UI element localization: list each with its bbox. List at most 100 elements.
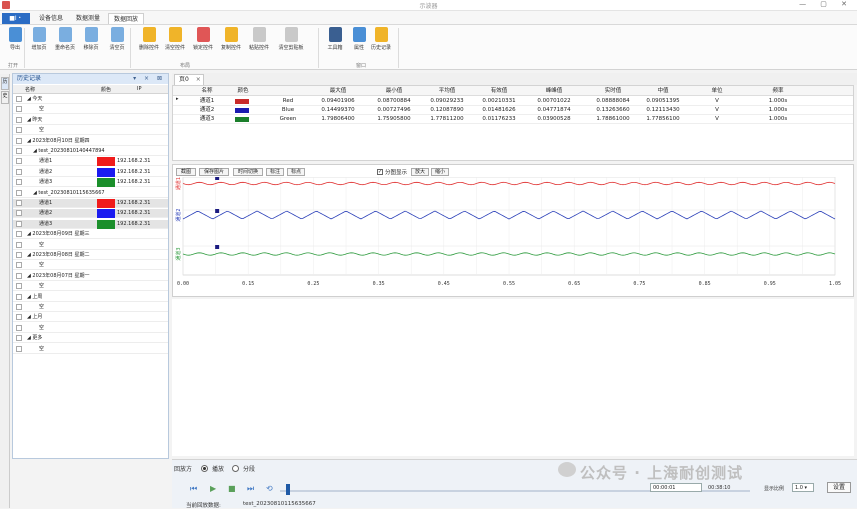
history-row[interactable]: ◢ test_20230810115635667 (13, 189, 168, 198)
history-row[interactable]: 空 (13, 105, 168, 115)
history-row[interactable]: ◢ 2023年08月09日 星期三 (13, 230, 168, 240)
chart-tool-button[interactable]: 截图 (176, 168, 196, 176)
row-checkbox[interactable] (16, 158, 22, 165)
history-row[interactable]: ◢ 更多 (13, 334, 168, 344)
row-checkbox[interactable] (16, 335, 22, 342)
stop-icon[interactable]: ■ (228, 484, 236, 493)
row-checkbox[interactable] (16, 127, 22, 134)
history-row[interactable]: 空 (13, 126, 168, 136)
ribbon-button-lock-control[interactable]: 锁定控件 (190, 27, 216, 51)
ribbon-button-paste-control[interactable]: 粘贴控件 (246, 27, 272, 51)
time-field[interactable]: 00:00:01 (650, 483, 702, 492)
ribbon-button-copy-control[interactable]: 复制控件 (218, 27, 244, 51)
history-row[interactable]: 空 (13, 345, 168, 354)
chart-tool-button[interactable]: 保存图片 (199, 168, 229, 176)
history-row[interactable]: 空 (13, 282, 168, 292)
history-panel-controls[interactable]: ▾ × ⊠ (133, 74, 165, 84)
row-checkbox[interactable] (16, 179, 22, 186)
row-checkbox[interactable] (16, 262, 22, 269)
row-checkbox[interactable] (16, 272, 22, 279)
radio-play[interactable] (201, 465, 208, 472)
history-row[interactable]: 空 (13, 303, 168, 312)
dock-tab-history[interactable]: 历 (1, 77, 9, 90)
chart-tool-button[interactable]: 标点 (287, 168, 305, 176)
history-row[interactable]: ◢ 今天 (13, 95, 168, 104)
history-row[interactable]: 空 (13, 241, 168, 250)
history-row[interactable]: 空 (13, 324, 168, 333)
loop-icon[interactable]: ⟲ (266, 484, 273, 493)
channel-color-swatch (97, 209, 115, 219)
skip-forward-icon[interactable]: ⏭ (247, 484, 254, 494)
ribbon-button-clear-clipboard[interactable]: 清空剪贴板 (278, 27, 304, 51)
row-checkbox[interactable] (16, 200, 22, 206)
chart-tool-button[interactable]: 标注 (266, 168, 284, 176)
row-checkbox[interactable] (16, 137, 22, 144)
close-icon[interactable]: × (196, 76, 201, 83)
row-checkbox[interactable] (16, 210, 22, 217)
row-checkbox[interactable] (16, 293, 22, 300)
ribbon-button-remove-page[interactable]: 移除页 (78, 27, 104, 51)
playback-slider-thumb[interactable] (286, 484, 290, 495)
tab-data-measure[interactable]: 数据测量 (70, 13, 106, 24)
row-checkbox[interactable] (16, 252, 22, 258)
play-icon[interactable]: ▶ (210, 484, 216, 493)
ribbon-button-rename-page[interactable]: 重命名页 (52, 27, 78, 51)
history-row[interactable]: 通道2 192.168.2.31 (13, 209, 168, 219)
paste-control-icon (252, 27, 266, 42)
row-checkbox[interactable] (16, 220, 22, 227)
history-row[interactable]: 通道3 192.168.2.31 (13, 178, 168, 188)
row-checkbox[interactable] (16, 283, 22, 290)
chart-tool-button[interactable]: 时间切换 (233, 168, 263, 176)
ribbon-button-toolbox[interactable]: 工具箱 (322, 27, 348, 51)
row-checkbox[interactable] (16, 148, 22, 154)
ribbon-button-history[interactable]: 历史记录 (368, 27, 394, 51)
row-checkbox[interactable] (16, 168, 22, 175)
history-row[interactable]: 通道1 192.168.2.31 (13, 157, 168, 167)
row-checkbox[interactable] (16, 241, 22, 248)
history-row[interactable]: ◢ 上月 (13, 313, 168, 323)
tab-page0[interactable]: 页0 × (174, 74, 204, 85)
row-checkbox[interactable] (16, 106, 22, 113)
dock-tab-history-2[interactable]: 史 (1, 91, 9, 104)
tab-data-playback[interactable]: 数据回放 (108, 13, 144, 24)
grid-row[interactable]: 通道3 Green 1.79806400 1.75905800 1.77811200 0.… (173, 115, 853, 124)
zoom-out-button[interactable]: 缩小 (431, 168, 449, 176)
history-row[interactable]: ◢ test_20230810140447894 (13, 147, 168, 156)
ribbon-button-label: 工具箱 (327, 45, 343, 51)
row-checkbox[interactable] (16, 231, 22, 238)
skip-back-icon[interactable]: ⏮ (190, 484, 197, 494)
history-row[interactable]: ◢ 昨天 (13, 116, 168, 125)
history-row[interactable]: ◢ 2023年08月07日 星期一 (13, 272, 168, 281)
tab-device-info[interactable]: 设备信息 (34, 13, 68, 24)
history-panel: 历史记录 ▾ × ⊠ 名称 颜色 IP ◢ 今天空 ◢ 昨天空 ◢ 2023年08月… (12, 73, 169, 459)
set-button[interactable]: 设置 (827, 482, 851, 493)
history-row[interactable]: 通道1 192.168.2.31 (13, 199, 168, 208)
row-checkbox[interactable] (16, 304, 22, 310)
history-row[interactable]: ◢ 2023年08月10日 星期四 (13, 137, 168, 146)
row-checkbox[interactable] (16, 189, 22, 196)
chart-plot[interactable]: 通道1 通道2 通道3 0.00 0.15 0.25 0.35 0.45 0.55 0.65 0.7… (173, 177, 853, 297)
history-row[interactable]: ◢ 2023年08月08日 星期二 (13, 251, 168, 260)
zoom-in-button[interactable]: 放大 (411, 168, 429, 176)
ribbon-button-clear-page[interactable]: 清空页 (104, 27, 130, 51)
radio-segment[interactable] (232, 465, 239, 472)
row-checkbox[interactable] (16, 345, 22, 352)
ribbon-button-delete-control[interactable]: 删除控件 (136, 27, 162, 51)
history-row[interactable]: 空 (13, 261, 168, 271)
history-row[interactable]: 通道2 192.168.2.31 (13, 167, 168, 177)
grid-header-cell: 实时值 (604, 88, 622, 94)
ribbon-button-add-page[interactable]: 增加页 (26, 27, 52, 51)
row-checkbox[interactable] (16, 324, 22, 331)
row-checkbox[interactable] (16, 116, 22, 123)
split-view-checkbox[interactable]: ✓ (377, 169, 383, 175)
ribbon-button-clear-control[interactable]: 清空控件 (162, 27, 188, 51)
row-checkbox[interactable] (16, 96, 22, 102)
window-controls[interactable]: — ▢ ✕ (799, 0, 853, 8)
history-row[interactable]: 通道3 192.168.2.31 (13, 219, 168, 229)
row-checkbox[interactable] (16, 314, 22, 321)
speed-select[interactable]: 1.0 ▾ (792, 483, 814, 492)
channel-ip: 192.168.2.31 (117, 158, 151, 165)
history-row-label: 空 (39, 304, 45, 310)
history-row[interactable]: ◢ 上周 (13, 293, 168, 302)
file-menu-button[interactable]: ■I・ (2, 13, 30, 24)
